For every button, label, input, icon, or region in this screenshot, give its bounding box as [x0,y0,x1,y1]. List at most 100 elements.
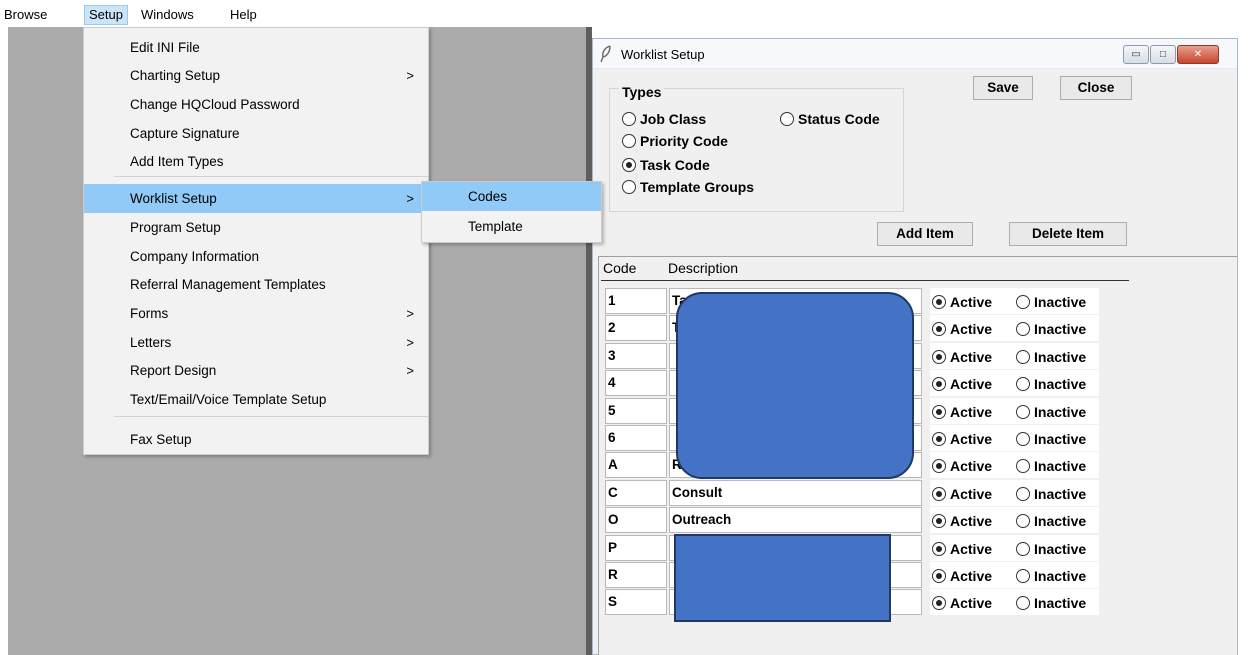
menu-windows[interactable]: Windows [137,5,198,25]
radio-job-class[interactable]: Job Class [622,110,706,128]
code-field[interactable]: P [605,534,667,561]
radio-inactive[interactable]: Inactive [1016,567,1086,585]
description-field[interactable]: Outreach [669,507,922,534]
radio-active[interactable]: Active [932,540,992,558]
header-divider [601,280,1129,281]
menu-item-company-information[interactable]: Company Information [84,242,428,271]
close-button[interactable]: Close [1060,76,1132,100]
dialog-titlebar[interactable]: Worklist Setup ▭ □ ✕ [593,39,1237,69]
menu-setup[interactable]: Setup [84,5,128,25]
code-field[interactable]: 1 [605,288,667,314]
code-field[interactable]: 5 [605,397,667,424]
menu-item-add-item-types[interactable]: Add Item Types [84,147,428,176]
radio-dot [932,432,946,446]
code-field[interactable]: 3 [605,342,667,369]
chevron-right-icon: > [406,68,414,83]
radio-inactive[interactable]: Inactive [1016,512,1086,530]
menu-item-worklist-setup[interactable]: Worklist Setup > [84,184,428,213]
radio-inactive[interactable]: Inactive [1016,594,1086,612]
close-window-button[interactable]: ✕ [1177,45,1219,64]
radio-active[interactable]: Active [932,567,992,585]
radio-dot [1016,377,1030,392]
menu-item-change-hqcloud-password[interactable]: Change HQCloud Password [84,90,428,119]
menu-item-forms[interactable]: Forms > [84,299,428,328]
menu-item-charting-setup[interactable]: Charting Setup > [84,61,428,90]
code-field[interactable]: R [605,562,667,588]
submenu-item-template[interactable]: Template [422,212,601,241]
radio-template-groups[interactable]: Template Groups [622,178,754,196]
radio-inactive[interactable]: Inactive [1016,403,1086,421]
menu-item-label: Text/Email/Voice Template Setup [130,392,327,407]
radio-dot [932,569,946,583]
radio-dot [1016,569,1030,583]
menu-item-label: Letters [130,335,172,350]
radio-status-code[interactable]: Status Code [780,110,880,128]
radio-dot [1016,541,1030,556]
code-field[interactable]: C [605,479,667,506]
save-button[interactable]: Save [973,76,1033,100]
menu-item-text-email-voice-template-setup[interactable]: Text/Email/Voice Template Setup [84,385,428,414]
radio-label: Status Code [798,111,880,127]
chevron-right-icon: > [406,191,414,206]
radio-priority-code[interactable]: Priority Code [622,132,728,150]
menu-item-label: Forms [130,306,169,321]
code-field[interactable]: 2 [605,315,667,342]
code-field[interactable]: O [605,507,667,534]
code-field[interactable]: 4 [605,370,667,397]
delete-item-button[interactable]: Delete Item [1009,222,1127,246]
radio-active[interactable]: Active [932,457,992,475]
submenu-item-codes[interactable]: Codes [422,182,601,211]
code-row: C Consult Active Inactive [605,479,1099,507]
code-row: O Outreach Active Inactive [605,507,1099,534]
radio-inactive[interactable]: Inactive [1016,485,1086,503]
menu-item-capture-signature[interactable]: Capture Signature [84,119,428,148]
menu-item-letters[interactable]: Letters > [84,328,428,357]
radio-inactive[interactable]: Inactive [1016,375,1086,393]
add-item-button[interactable]: Add Item [877,222,973,246]
radio-label: Active [950,485,993,502]
radio-active[interactable]: Active [932,485,992,503]
radio-label: Active [950,540,993,557]
menu-item-fax-setup[interactable]: Fax Setup [84,425,428,454]
radio-active[interactable]: Active [932,512,992,530]
radio-inactive[interactable]: Inactive [1016,457,1086,475]
description-field[interactable]: Consult [669,479,922,506]
redaction-block [676,292,914,479]
code-field[interactable]: S [605,589,667,616]
radio-active[interactable]: Active [932,403,992,421]
radio-label: Inactive [1034,431,1087,447]
radio-inactive[interactable]: Inactive [1016,430,1086,448]
status-group: Active Inactive [930,342,1099,369]
radio-dot [1016,404,1030,419]
radio-inactive[interactable]: Inactive [1016,293,1086,311]
code-field[interactable]: 6 [605,425,667,451]
menu-item-label: Edit INI File [130,40,200,55]
radio-inactive[interactable]: Inactive [1016,348,1086,366]
radio-task-code[interactable]: Task Code [622,156,710,174]
radio-active[interactable]: Active [932,375,992,393]
radio-dot [932,295,946,309]
radio-dot [622,180,636,194]
menu-help[interactable]: Help [226,5,261,25]
chevron-right-icon: > [406,335,414,350]
radio-active[interactable]: Active [932,430,992,448]
menu-browse[interactable]: Browse [0,5,51,25]
menu-item-edit-ini-file[interactable]: Edit INI File [84,33,428,62]
menu-item-program-setup[interactable]: Program Setup [84,213,428,242]
radio-active[interactable]: Active [932,293,992,311]
radio-label: Active [950,595,993,612]
menu-item-label: Worklist Setup [130,191,217,206]
radio-active[interactable]: Active [932,348,992,366]
minimize-button[interactable]: ▭ [1123,45,1149,64]
maximize-button[interactable]: □ [1150,45,1176,64]
menu-item-referral-management-templates[interactable]: Referral Management Templates [84,270,428,299]
radio-inactive[interactable]: Inactive [1016,320,1086,338]
radio-dot [1016,596,1030,611]
menu-item-report-design[interactable]: Report Design > [84,356,428,385]
radio-active[interactable]: Active [932,594,992,612]
radio-label: Inactive [1034,540,1087,557]
radio-inactive[interactable]: Inactive [1016,540,1086,558]
radio-active[interactable]: Active [932,320,992,338]
code-field[interactable]: A [605,452,667,479]
radio-label: Active [950,348,993,365]
